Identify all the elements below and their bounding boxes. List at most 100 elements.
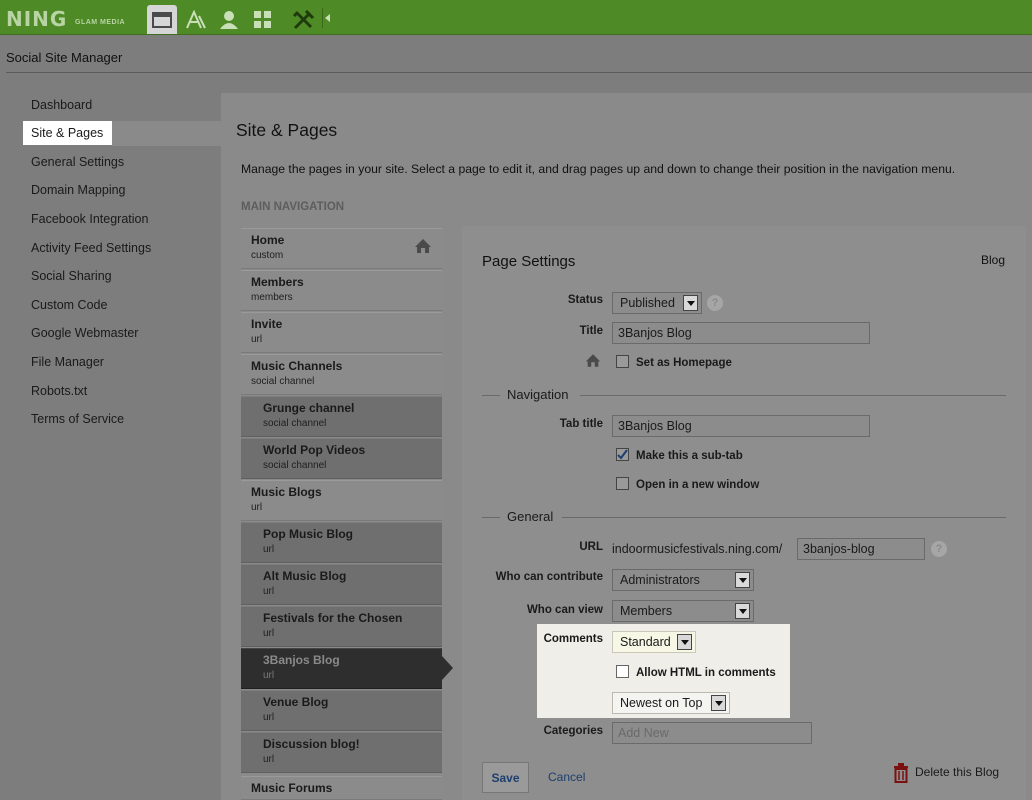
url-label: URL xyxy=(579,541,603,553)
who-can-contribute-select[interactable]: Administrators xyxy=(612,569,754,591)
page-name: Festivals for the Chosen xyxy=(263,611,403,625)
page-name: Venue Blog xyxy=(263,695,329,709)
view-value: Members xyxy=(620,604,673,618)
sidebar-item-general-settings[interactable]: General Settings xyxy=(31,155,124,169)
header-divider xyxy=(6,72,1032,73)
list-item[interactable]: Music Forums xyxy=(241,776,442,800)
save-button[interactable]: Save xyxy=(482,762,529,793)
categories-input[interactable]: Add New xyxy=(612,722,812,744)
window-icon[interactable] xyxy=(147,5,177,34)
title-input[interactable]: 3Banjos Blog xyxy=(612,322,870,344)
comment-order-select[interactable]: Newest on Top xyxy=(612,692,730,714)
page-type: url xyxy=(263,628,275,639)
section-divider xyxy=(562,517,1006,518)
comments-label: Comments xyxy=(543,633,603,645)
list-item[interactable]: Members members xyxy=(241,270,442,311)
page-type-label: Blog xyxy=(981,253,1006,267)
toolbar-divider xyxy=(322,8,323,28)
status-label: Status xyxy=(567,294,603,306)
page-type: url xyxy=(251,502,263,513)
allow-html-label: Allow HTML in comments xyxy=(636,667,776,679)
page-title: Site & Pages xyxy=(236,120,338,140)
page-type: url xyxy=(263,712,275,723)
list-item[interactable]: Music Blogs url xyxy=(241,480,442,521)
who-can-view-select[interactable]: Members xyxy=(612,600,754,622)
list-item[interactable]: Festivals for the Chosen url xyxy=(241,606,442,647)
app-title: Social Site Manager xyxy=(6,50,123,65)
section-divider xyxy=(482,395,500,396)
ning-logo[interactable]: NING xyxy=(6,7,67,31)
page-type: members xyxy=(251,292,293,303)
page-name: Members xyxy=(251,275,304,289)
grid-icon[interactable] xyxy=(248,5,278,34)
sidebar-item-dashboard[interactable]: Dashboard xyxy=(31,98,92,112)
sidebar-item-google-webmaster[interactable]: Google Webmaster xyxy=(31,326,138,340)
contribute-value: Administrators xyxy=(620,573,700,587)
list-item[interactable]: Pop Music Blog url xyxy=(241,522,442,563)
page-type: url xyxy=(251,334,263,345)
page-type: url xyxy=(263,754,275,765)
sub-tab-checkbox[interactable] xyxy=(616,448,629,461)
sidebar-item-custom-code[interactable]: Custom Code xyxy=(31,298,107,312)
checkmark-icon xyxy=(617,449,628,460)
new-window-checkbox[interactable] xyxy=(616,477,629,490)
page-type: custom xyxy=(251,250,284,261)
chevron-down-icon xyxy=(735,572,750,588)
title-label: Title xyxy=(579,325,603,337)
who-can-view-label: Who can view xyxy=(526,604,603,616)
status-value: Published xyxy=(620,296,675,310)
trash-icon[interactable] xyxy=(893,763,909,783)
page-description: Manage the pages in your site. Select a … xyxy=(241,162,956,176)
sidebar-item-robots[interactable]: Robots.txt xyxy=(31,384,87,398)
list-item-selected[interactable]: 3Banjos Blog url xyxy=(241,648,442,689)
page-name: Music Channels xyxy=(251,359,343,373)
url-prefix: indoormusicfestivals.ning.com/ xyxy=(612,542,783,556)
sidebar-item-site-pages[interactable]: Site & Pages xyxy=(31,126,103,140)
delete-blog-link[interactable]: Delete this Blog xyxy=(915,765,999,779)
list-item[interactable]: Venue Blog url xyxy=(241,690,442,731)
sidebar-item-facebook-integration[interactable]: Facebook Integration xyxy=(31,212,148,226)
comments-value: Standard xyxy=(620,635,671,649)
url-input[interactable]: 3banjos-blog xyxy=(797,538,925,560)
list-item[interactable]: Music Channels social channel xyxy=(241,354,442,395)
home-icon xyxy=(585,354,601,367)
page-type: social channel xyxy=(251,376,315,387)
user-icon[interactable] xyxy=(214,5,244,34)
set-homepage-checkbox[interactable] xyxy=(616,355,629,368)
comments-select[interactable]: Standard xyxy=(612,631,696,653)
logo-subtitle: GLAM MEDIA xyxy=(75,19,126,26)
help-icon[interactable]: ? xyxy=(931,541,947,557)
allow-html-checkbox[interactable] xyxy=(616,665,629,678)
page-name: World Pop Videos xyxy=(263,443,366,457)
list-item[interactable]: Discussion blog! url xyxy=(241,732,442,773)
page-name: Pop Music Blog xyxy=(263,527,353,541)
categories-label: Categories xyxy=(543,725,603,737)
collapse-arrow-icon[interactable] xyxy=(325,14,330,22)
chevron-down-icon xyxy=(683,295,698,311)
list-item[interactable]: Alt Music Blog url xyxy=(241,564,442,605)
set-homepage-label: Set as Homepage xyxy=(636,357,732,369)
sidebar-item-activity-feed[interactable]: Activity Feed Settings xyxy=(31,241,151,255)
general-heading: General xyxy=(507,509,554,524)
page-name: Grunge channel xyxy=(263,401,355,415)
cancel-link[interactable]: Cancel xyxy=(548,770,585,784)
tools-icon[interactable] xyxy=(288,5,318,34)
sidebar-item-social-sharing[interactable]: Social Sharing xyxy=(31,269,112,283)
text-style-icon[interactable] xyxy=(181,5,211,34)
help-icon[interactable]: ? xyxy=(707,295,723,311)
list-item[interactable]: Home custom xyxy=(241,228,442,269)
main-navigation-heading: MAIN NAVIGATION xyxy=(241,201,345,213)
list-item[interactable]: Invite url xyxy=(241,312,442,353)
page-type: url xyxy=(263,586,275,597)
list-item[interactable]: Grunge channel social channel xyxy=(241,396,442,437)
sidebar-item-file-manager[interactable]: File Manager xyxy=(31,355,104,369)
status-select[interactable]: Published xyxy=(612,292,702,314)
new-window-label: Open in a new window xyxy=(636,479,760,491)
page-type: social channel xyxy=(263,460,327,471)
list-item[interactable]: World Pop Videos social channel xyxy=(241,438,442,479)
sidebar-item-terms[interactable]: Terms of Service xyxy=(31,412,124,426)
navigation-heading: Navigation xyxy=(507,387,569,402)
chevron-down-icon xyxy=(677,634,692,650)
tab-title-input[interactable]: 3Banjos Blog xyxy=(612,415,870,437)
sidebar-item-domain-mapping[interactable]: Domain Mapping xyxy=(31,183,126,197)
